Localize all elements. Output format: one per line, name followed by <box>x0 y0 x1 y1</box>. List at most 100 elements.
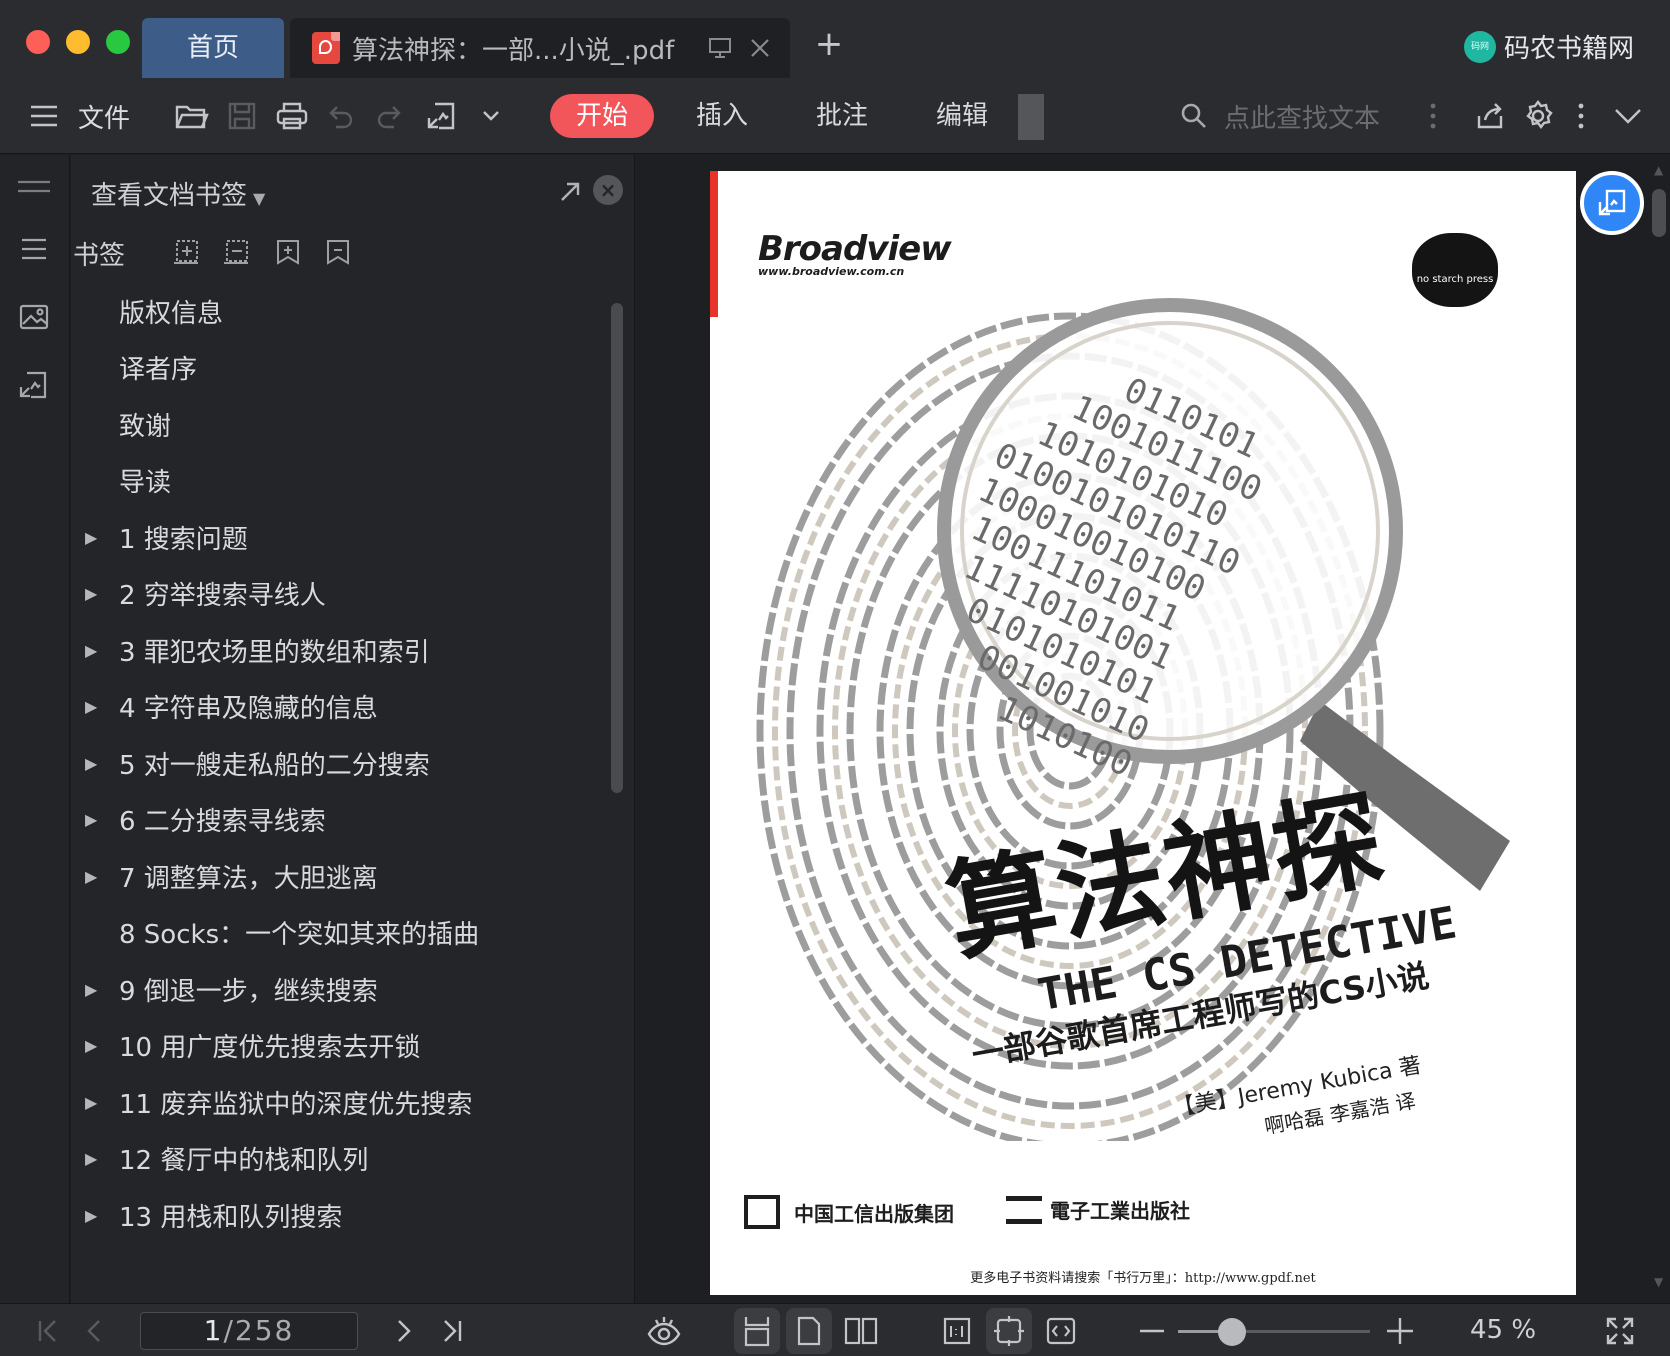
bookmark-item[interactable]: ▶ 13 用栈和队列搜索 <box>71 1185 611 1245</box>
bookmark-item[interactable]: 导读 <box>71 451 611 511</box>
broadview-logo-text: Broadview <box>758 229 952 269</box>
bookmark-item[interactable]: ▶ 5 对一艘走私船的二分搜索 <box>71 733 611 793</box>
collapse-panel-icon[interactable] <box>16 169 52 205</box>
tab-start[interactable]: 开始 <box>550 94 655 138</box>
expand-triangle-icon[interactable]: ▶ <box>71 584 119 603</box>
expand-triangle-icon[interactable]: ▶ <box>71 1149 119 1168</box>
next-page-icon[interactable] <box>386 1304 422 1356</box>
expand-triangle-icon[interactable]: ▶ <box>71 528 119 547</box>
bookmark-scrollbar[interactable] <box>611 303 623 793</box>
zoom-slider[interactable] <box>1178 1330 1370 1333</box>
tab-document[interactable]: 算法神探：一部...小说_.pdf <box>290 18 790 78</box>
bookmark-item[interactable]: ▶ 9 倒退一步，继续搜索 <box>71 959 611 1019</box>
two-page-view-button[interactable] <box>838 1308 884 1354</box>
collapse-toolbar-chevron-down-icon[interactable] <box>1610 78 1646 154</box>
more-quick-tools-chevron-down-icon[interactable] <box>476 78 506 154</box>
last-page-icon[interactable] <box>434 1304 470 1356</box>
bookmark-view-dropdown[interactable]: 查看文档书签 ▼ <box>91 175 265 212</box>
new-tab-button[interactable]: + <box>812 27 846 62</box>
fit-width-icon[interactable] <box>1038 1308 1084 1354</box>
pop-out-arrow-icon[interactable] <box>553 175 587 209</box>
continuous-scroll-view-button[interactable] <box>734 1308 780 1354</box>
expand-triangle-icon[interactable]: ▶ <box>71 641 119 660</box>
bookmark-item[interactable]: ▶ 1 搜索问题 <box>71 507 611 567</box>
window-minimize-button[interactable] <box>66 30 90 54</box>
more-vertical-icon[interactable] <box>1418 78 1448 154</box>
expand-triangle-icon[interactable]: ▶ <box>71 1036 119 1055</box>
file-menu[interactable]: 文件 <box>78 78 130 154</box>
zoom-in-icon[interactable] <box>1382 1304 1418 1356</box>
bookmark-item[interactable]: ▶ 12 餐厅中的栈和队列 <box>71 1129 611 1189</box>
document-view[interactable]: Broadview www.broadview.com.cn no starch… <box>636 155 1670 1303</box>
expand-triangle-icon[interactable]: ▶ <box>71 867 119 886</box>
search-field[interactable]: 点此查找文本 <box>1180 78 1380 154</box>
pdf-page: Broadview www.broadview.com.cn no starch… <box>710 171 1576 1295</box>
save-icon[interactable] <box>222 78 262 154</box>
thumbnails-image-icon[interactable] <box>16 299 52 335</box>
open-folder-icon[interactable] <box>172 78 212 154</box>
tab-home[interactable]: 首页 <box>142 18 284 78</box>
bookmark-item-label: 2 穷举搜索寻线人 <box>119 581 326 611</box>
tab-document-title: 算法神探：一部...小说_.pdf <box>352 35 675 66</box>
zoom-slider-handle[interactable] <box>1217 1318 1246 1346</box>
toolbar-overflow-handle[interactable] <box>1018 94 1044 140</box>
brand[interactable]: 码网 码农书籍网 <box>1463 28 1634 65</box>
bookmark-item[interactable]: 版权信息 <box>71 281 611 341</box>
expand-triangle-icon[interactable]: ▶ <box>71 810 119 829</box>
bookmark-item[interactable]: ▶ 7 调整算法，大胆逃离 <box>71 846 611 906</box>
zoom-out-icon[interactable] <box>1136 1304 1168 1356</box>
document-scrollbar[interactable] <box>1652 189 1666 237</box>
expand-triangle-icon[interactable]: ▶ <box>71 1206 119 1225</box>
scroll-down-arrow-icon[interactable]: ▼ <box>1654 1275 1663 1289</box>
window-maximize-button[interactable] <box>106 30 130 54</box>
page-number-input[interactable]: 1/258 <box>140 1312 358 1350</box>
tab-present-icon[interactable] <box>700 28 740 68</box>
bookmark-item[interactable]: 8 Socks：一个突如其来的插曲 <box>71 903 611 963</box>
status-bar: 1/258 45 % <box>0 1303 1670 1356</box>
settings-gear-icon[interactable] <box>1518 78 1558 154</box>
print-icon[interactable] <box>272 78 312 154</box>
actual-size-icon[interactable] <box>934 1308 980 1354</box>
bookmark-list-icon[interactable] <box>16 231 52 267</box>
bookmark-outline-icon[interactable] <box>321 235 355 269</box>
bookmark-item-label: 致谢 <box>119 411 172 442</box>
bookmark-item[interactable]: ▶ 10 用广度优先搜索去开锁 <box>71 1016 611 1076</box>
expand-triangle-icon[interactable]: ▶ <box>71 697 119 716</box>
bookmark-item[interactable]: 致谢 <box>71 394 611 454</box>
remove-bookmark-icon[interactable] <box>219 235 253 269</box>
hamburger-menu-icon[interactable] <box>26 78 62 154</box>
bookmark-item[interactable]: 译者序 <box>71 338 611 398</box>
expand-triangle-icon[interactable]: ▶ <box>71 980 119 999</box>
share-icon[interactable] <box>1470 78 1510 154</box>
redo-icon[interactable] <box>372 78 408 154</box>
bookmark-item[interactable]: ▶ 11 废弃监狱中的深度优先搜索 <box>71 1072 611 1132</box>
fullscreen-icon[interactable] <box>1600 1304 1640 1356</box>
signature-export-icon[interactable] <box>16 367 52 403</box>
bookmark-item[interactable]: ▶ 6 二分搜索寻线索 <box>71 790 611 850</box>
tab-edit[interactable]: 编辑 <box>910 94 1014 138</box>
brand-name: 码农书籍网 <box>1503 34 1634 64</box>
first-page-icon[interactable] <box>30 1304 66 1356</box>
tab-close-icon[interactable] <box>740 28 780 68</box>
scroll-up-arrow-icon[interactable]: ▲ <box>1654 163 1663 177</box>
floating-convert-button[interactable] <box>1580 171 1644 235</box>
window-close-button[interactable] <box>26 30 50 54</box>
single-page-view-button[interactable] <box>786 1308 832 1354</box>
expand-triangle-icon[interactable]: ▶ <box>71 754 119 773</box>
more-options-icon[interactable] <box>1566 78 1596 154</box>
add-child-bookmark-icon[interactable] <box>271 235 305 269</box>
undo-icon[interactable] <box>322 78 358 154</box>
export-document-icon[interactable] <box>422 78 462 154</box>
tab-insert[interactable]: 插入 <box>670 94 774 138</box>
expand-triangle-icon[interactable]: ▶ <box>71 1093 119 1112</box>
bookmark-item[interactable]: ▶ 2 穷举搜索寻线人 <box>71 564 611 624</box>
bookmark-item[interactable]: ▶ 4 字符串及隐藏的信息 <box>71 677 611 737</box>
tab-annotate[interactable]: 批注 <box>790 94 894 138</box>
bookmark-item[interactable]: ▶ 3 罪犯农场里的数组和索引 <box>71 620 611 680</box>
previous-page-icon[interactable] <box>76 1304 112 1356</box>
zoom-level[interactable]: 45 % <box>1470 1304 1536 1356</box>
close-panel-icon[interactable]: × <box>593 175 623 205</box>
fit-page-icon[interactable] <box>986 1308 1032 1354</box>
add-bookmark-icon[interactable] <box>169 235 203 269</box>
eye-care-mode-icon[interactable] <box>642 1304 686 1356</box>
